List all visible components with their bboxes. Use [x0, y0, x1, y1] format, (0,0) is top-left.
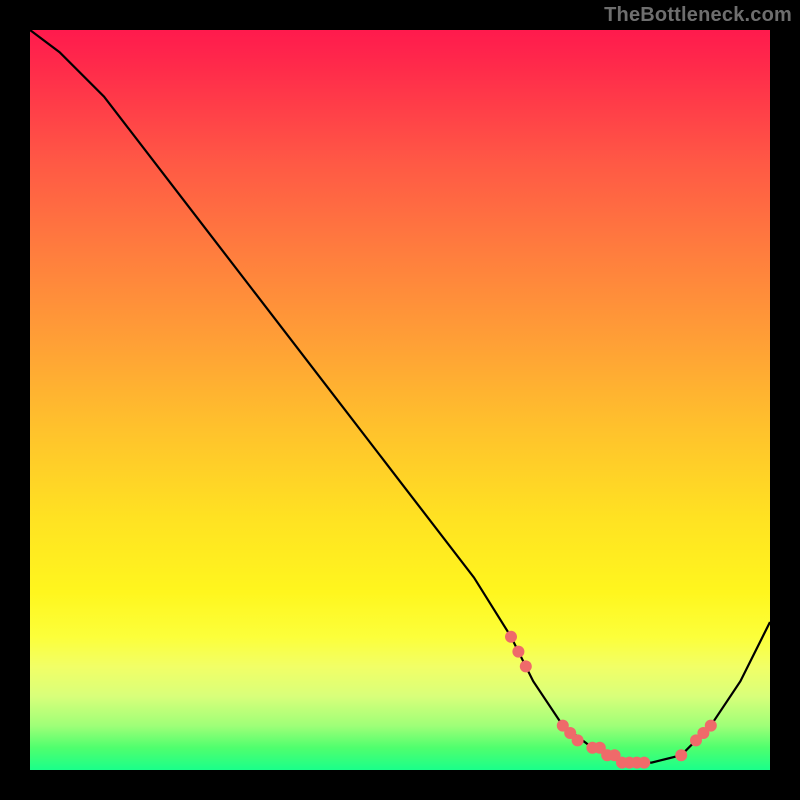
- marker-group: [505, 631, 717, 769]
- marker-dot: [638, 757, 650, 769]
- marker-dot: [572, 734, 584, 746]
- marker-dot: [675, 749, 687, 761]
- plot-area: [30, 30, 770, 770]
- curve-path: [30, 30, 770, 763]
- marker-dot: [505, 631, 517, 643]
- marker-dot: [705, 720, 717, 732]
- marker-dot: [512, 646, 524, 658]
- marker-dot: [520, 660, 532, 672]
- attribution-label: TheBottleneck.com: [604, 4, 792, 27]
- chart-stage: TheBottleneck.com: [0, 0, 800, 800]
- chart-svg: [30, 30, 770, 770]
